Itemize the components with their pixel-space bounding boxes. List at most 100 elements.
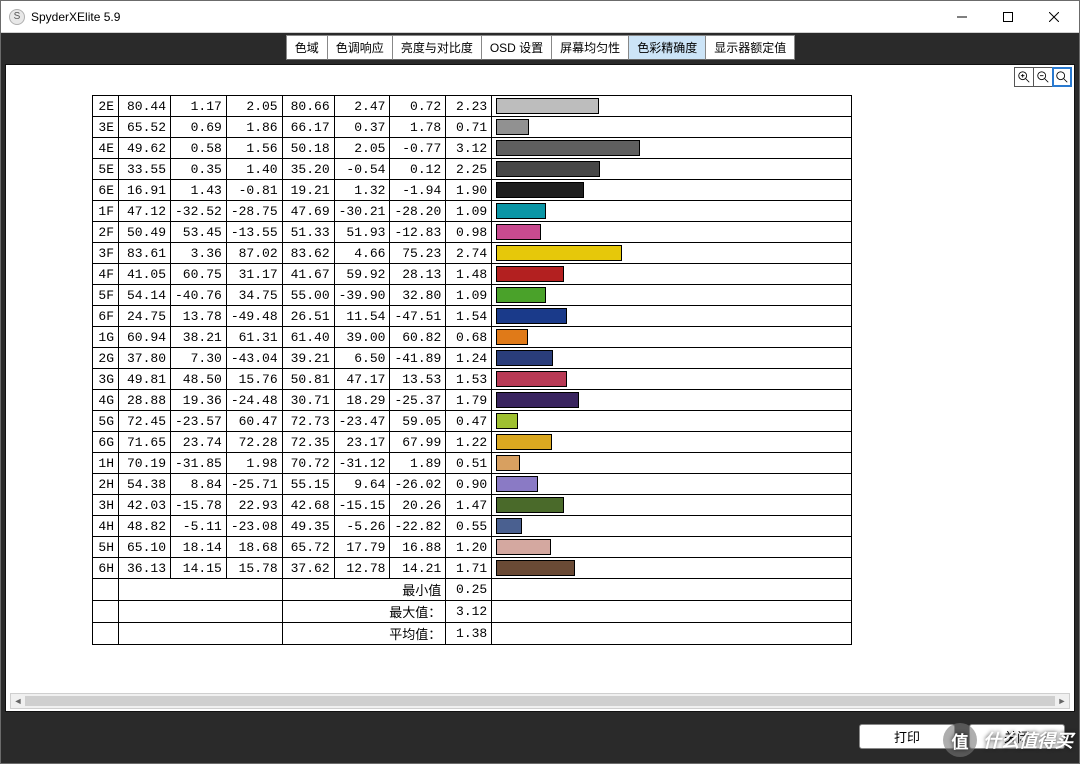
delta-e-cell: 1.71	[446, 558, 492, 579]
value-cell: 1.89	[390, 453, 446, 474]
value-cell: 50.81	[282, 369, 334, 390]
delta-e-cell: 1.54	[446, 306, 492, 327]
row-label: 6E	[93, 180, 119, 201]
bar-cell	[492, 138, 852, 159]
bar-cell	[492, 243, 852, 264]
value-cell: 18.68	[226, 537, 282, 558]
value-cell: 34.75	[226, 285, 282, 306]
scroll-left-icon[interactable]: ◄	[11, 694, 25, 708]
footer-bar: 打印 关闭	[1, 716, 1079, 763]
value-cell: 0.12	[390, 159, 446, 180]
bar-cell	[492, 537, 852, 558]
value-cell: 61.31	[226, 327, 282, 348]
report-canvas: 2E80.441.172.0580.662.470.722.233E65.520…	[5, 64, 1075, 712]
value-cell: 70.72	[282, 453, 334, 474]
value-cell: 0.58	[171, 138, 227, 159]
value-cell: 30.71	[282, 390, 334, 411]
tab-亮度与对比度[interactable]: 亮度与对比度	[392, 35, 482, 60]
scroll-right-icon[interactable]: ►	[1055, 694, 1069, 708]
value-cell: 1.98	[226, 453, 282, 474]
table-row: 5H65.1018.1418.6865.7217.7916.881.20	[93, 537, 852, 558]
value-cell: 3.36	[171, 243, 227, 264]
value-cell: 72.35	[282, 432, 334, 453]
value-cell: 60.82	[390, 327, 446, 348]
value-cell: 15.76	[226, 369, 282, 390]
color-accuracy-table: 2E80.441.172.0580.662.470.722.233E65.520…	[92, 95, 852, 645]
value-cell: 14.21	[390, 558, 446, 579]
bar-cell	[492, 201, 852, 222]
value-cell: 19.21	[282, 180, 334, 201]
report-scroll[interactable]: 2E80.441.172.0580.662.470.722.233E65.520…	[12, 91, 1068, 691]
value-cell: -24.48	[226, 390, 282, 411]
value-cell: 16.88	[390, 537, 446, 558]
tab-OSD 设置[interactable]: OSD 设置	[481, 35, 552, 60]
value-cell: 67.99	[390, 432, 446, 453]
report-viewer: 2E80.441.172.0580.662.470.722.233E65.520…	[1, 60, 1079, 716]
value-cell: -5.26	[334, 516, 390, 537]
zoom-out-icon[interactable]	[1033, 67, 1053, 87]
horizontal-scrollbar[interactable]: ◄ ►	[10, 693, 1070, 709]
stat-row-max: 最大值：3.12	[93, 601, 852, 623]
tab-色彩精确度[interactable]: 色彩精确度	[628, 35, 706, 60]
value-cell: 47.17	[334, 369, 390, 390]
delta-e-cell: 1.09	[446, 201, 492, 222]
row-label: 2F	[93, 222, 119, 243]
delta-e-cell: 1.47	[446, 495, 492, 516]
value-cell: 6.50	[334, 348, 390, 369]
bar-cell	[492, 516, 852, 537]
value-cell: 80.66	[282, 96, 334, 117]
value-cell: 65.72	[282, 537, 334, 558]
row-label: 4H	[93, 516, 119, 537]
value-cell: 11.54	[334, 306, 390, 327]
close-button[interactable]	[1031, 2, 1077, 32]
app-body: 色域色调响应亮度与对比度OSD 设置屏幕均匀性色彩精确度显示器额定值 2E80.…	[1, 33, 1079, 763]
value-cell: 31.17	[226, 264, 282, 285]
row-label: 4G	[93, 390, 119, 411]
bar-cell	[492, 495, 852, 516]
value-cell: 13.78	[171, 306, 227, 327]
delta-e-cell: 0.68	[446, 327, 492, 348]
stat-value: 0.25	[446, 579, 492, 601]
zoom-fit-icon[interactable]	[1052, 67, 1072, 87]
value-cell: 54.14	[119, 285, 171, 306]
value-cell: -23.08	[226, 516, 282, 537]
delta-e-cell: 2.23	[446, 96, 492, 117]
table-row: 3E65.520.691.8666.170.371.780.71	[93, 117, 852, 138]
print-button[interactable]: 打印	[859, 724, 955, 749]
row-label: 4F	[93, 264, 119, 285]
value-cell: 41.05	[119, 264, 171, 285]
bar-cell	[492, 453, 852, 474]
delta-e-bar	[496, 413, 518, 429]
value-cell: -31.12	[334, 453, 390, 474]
bar-cell	[492, 390, 852, 411]
maximize-button[interactable]	[985, 2, 1031, 32]
table-row: 3F83.613.3687.0283.624.6675.232.74	[93, 243, 852, 264]
delta-e-bar	[496, 539, 551, 555]
value-cell: -47.51	[390, 306, 446, 327]
value-cell: 0.37	[334, 117, 390, 138]
row-label: 3E	[93, 117, 119, 138]
value-cell: 83.61	[119, 243, 171, 264]
value-cell: 72.28	[226, 432, 282, 453]
table-row: 6E16.911.43-0.8119.211.32-1.941.90	[93, 180, 852, 201]
tab-屏幕均匀性[interactable]: 屏幕均匀性	[551, 35, 629, 60]
scroll-thumb[interactable]	[25, 696, 1055, 706]
value-cell: 48.82	[119, 516, 171, 537]
value-cell: 17.79	[334, 537, 390, 558]
delta-e-bar	[496, 308, 567, 324]
delta-e-cell: 1.53	[446, 369, 492, 390]
tab-色域[interactable]: 色域	[286, 35, 328, 60]
value-cell: 12.78	[334, 558, 390, 579]
value-cell: 75.23	[390, 243, 446, 264]
close-report-button[interactable]: 关闭	[969, 724, 1065, 749]
bar-cell	[492, 432, 852, 453]
tab-色调响应[interactable]: 色调响应	[327, 35, 393, 60]
value-cell: -28.20	[390, 201, 446, 222]
value-cell: 72.73	[282, 411, 334, 432]
zoom-in-icon[interactable]	[1014, 67, 1034, 87]
value-cell: 60.94	[119, 327, 171, 348]
tab-显示器额定值[interactable]: 显示器额定值	[705, 35, 795, 60]
delta-e-bar	[496, 350, 553, 366]
minimize-button[interactable]	[939, 2, 985, 32]
table-row: 4F41.0560.7531.1741.6759.9228.131.48	[93, 264, 852, 285]
